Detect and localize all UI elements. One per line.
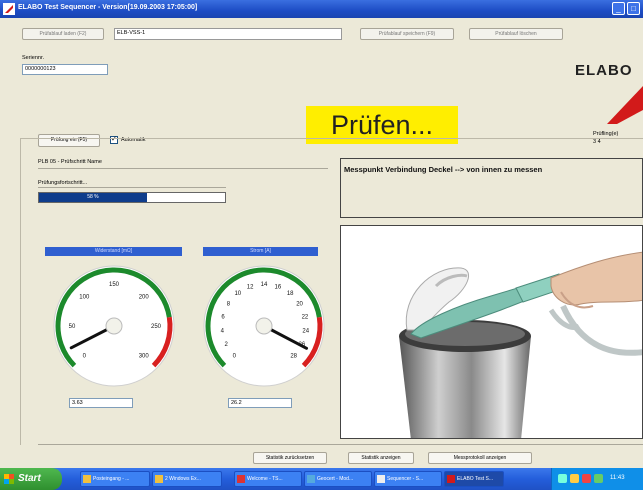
show-protocol-button[interactable]: Messprotokoll anzeigen	[428, 452, 532, 464]
app-icon	[237, 475, 245, 483]
title-bar[interactable]: ELABO Test Sequencer - Version[19.09.200…	[0, 0, 643, 18]
load-sequence-button[interactable]: Prüfablauf laden (F2)	[22, 28, 104, 40]
task-elabo[interactable]: ELABO Test S...	[444, 471, 504, 487]
gauge-tick-label: 300	[139, 354, 150, 360]
gauge-title-current: Strom [A]	[203, 247, 318, 256]
task-sequencer[interactable]: Sequencer - S...	[374, 471, 442, 487]
folder-icon	[155, 475, 163, 483]
app-icon	[307, 475, 315, 483]
task-outlook[interactable]: Posteingang - ...	[80, 471, 150, 487]
task-label: 2 Windows Ex...	[165, 476, 201, 482]
task-welcome[interactable]: Welcome - TS...	[234, 471, 302, 487]
start-button[interactable]: Start	[0, 468, 62, 490]
delete-sequence-button[interactable]: Prüfablauf löschen	[469, 28, 563, 40]
gauge-tick-label: 14	[261, 282, 268, 288]
gauge-tick-label: 20	[296, 302, 303, 308]
gauge-tick-label: 150	[109, 282, 120, 288]
gauge-tick-label: 22	[302, 315, 309, 321]
task-label: ELABO Test S...	[457, 476, 494, 482]
taskbar: Start Posteingang - ... 2 Windows Ex... …	[0, 468, 643, 490]
task-geocert[interactable]: Geocert - Mod...	[304, 471, 372, 487]
gauge-title-resistance: Widerstand [mΩ]	[45, 247, 182, 256]
task-label: Sequencer - S...	[387, 476, 424, 482]
gauge-tick-label: 28	[290, 354, 297, 360]
system-tray: 11:43	[551, 468, 643, 490]
gauge-tick-label: 24	[302, 329, 309, 335]
probe-photo-icon	[399, 251, 642, 438]
resistance-gauge: 050100150200250300	[53, 265, 175, 387]
task-label: Posteingang - ...	[93, 476, 130, 482]
volume-icon[interactable]	[594, 474, 603, 483]
reset-statistics-button[interactable]: Statistik zurücksetzen	[253, 452, 327, 464]
progress-label: Prüfungsfortschritt...	[38, 180, 88, 186]
group-title: PLB 05 - Prüfschritt Name	[38, 159, 102, 165]
test-point-photo	[340, 225, 643, 439]
windows-logo-icon	[4, 474, 14, 484]
gauge-tick-label: 12	[247, 284, 254, 290]
resistance-value-field: 3.63	[69, 398, 133, 408]
elabo-logo: ELABO	[575, 48, 643, 128]
gauge-tick-label: 200	[139, 294, 150, 300]
clock: 11:43	[610, 475, 625, 481]
gauge-tick-label: 18	[287, 291, 294, 297]
task-label: Welcome - TS...	[247, 476, 283, 482]
gauge-tick-label: 10	[234, 291, 241, 297]
counter-label: Prüfling(e)	[593, 131, 619, 137]
current-gauge: 0246810121416182022242628	[203, 265, 325, 387]
security-icon[interactable]	[570, 474, 579, 483]
progress-bar: 58 %	[38, 192, 226, 203]
sequence-combo[interactable]: ELB-VSS-1	[114, 28, 342, 40]
current-value-field: 26.2	[228, 398, 292, 408]
gauge-tick-label: 250	[151, 324, 162, 330]
serial-input[interactable]: 0000000123	[22, 64, 108, 75]
network-icon[interactable]	[558, 474, 567, 483]
gauge-tick-label: 16	[275, 284, 282, 290]
task-explorer[interactable]: 2 Windows Ex...	[152, 471, 222, 487]
logo-mark-icon	[607, 86, 643, 124]
app-icon	[377, 475, 385, 483]
elabo-app-icon	[3, 3, 15, 15]
minimize-button[interactable]: _	[612, 2, 625, 15]
progress-fill: 58 %	[39, 193, 147, 202]
divider	[38, 168, 328, 169]
divider	[38, 187, 226, 188]
gauge-hub	[255, 317, 273, 335]
maximize-button[interactable]: □	[627, 2, 640, 15]
instruction-box: Messpunkt Verbindung Deckel --> von inne…	[340, 158, 643, 218]
alert-icon[interactable]	[582, 474, 591, 483]
save-sequence-button[interactable]: Prüfablauf speichern (F9)	[360, 28, 454, 40]
elabo-app-icon	[447, 475, 455, 483]
logo-text: ELABO	[575, 62, 633, 79]
gauge-hub	[105, 317, 123, 335]
mail-icon	[83, 475, 91, 483]
instruction-text: Messpunkt Verbindung Deckel --> von inne…	[344, 165, 543, 174]
start-label: Start	[18, 473, 41, 484]
show-statistics-button[interactable]: Statistik anzeigen	[348, 452, 414, 464]
gauge-tick-label: 50	[69, 324, 76, 330]
gauge-tick-label: 100	[79, 294, 90, 300]
serial-label: Seriennr.	[22, 55, 45, 61]
task-label: Geocert - Mod...	[317, 476, 354, 482]
window-title: ELABO Test Sequencer - Version[19.09.200…	[18, 4, 198, 11]
divider	[38, 444, 643, 445]
app-window: ELABO Test Sequencer - Version[19.09.200…	[0, 0, 643, 468]
